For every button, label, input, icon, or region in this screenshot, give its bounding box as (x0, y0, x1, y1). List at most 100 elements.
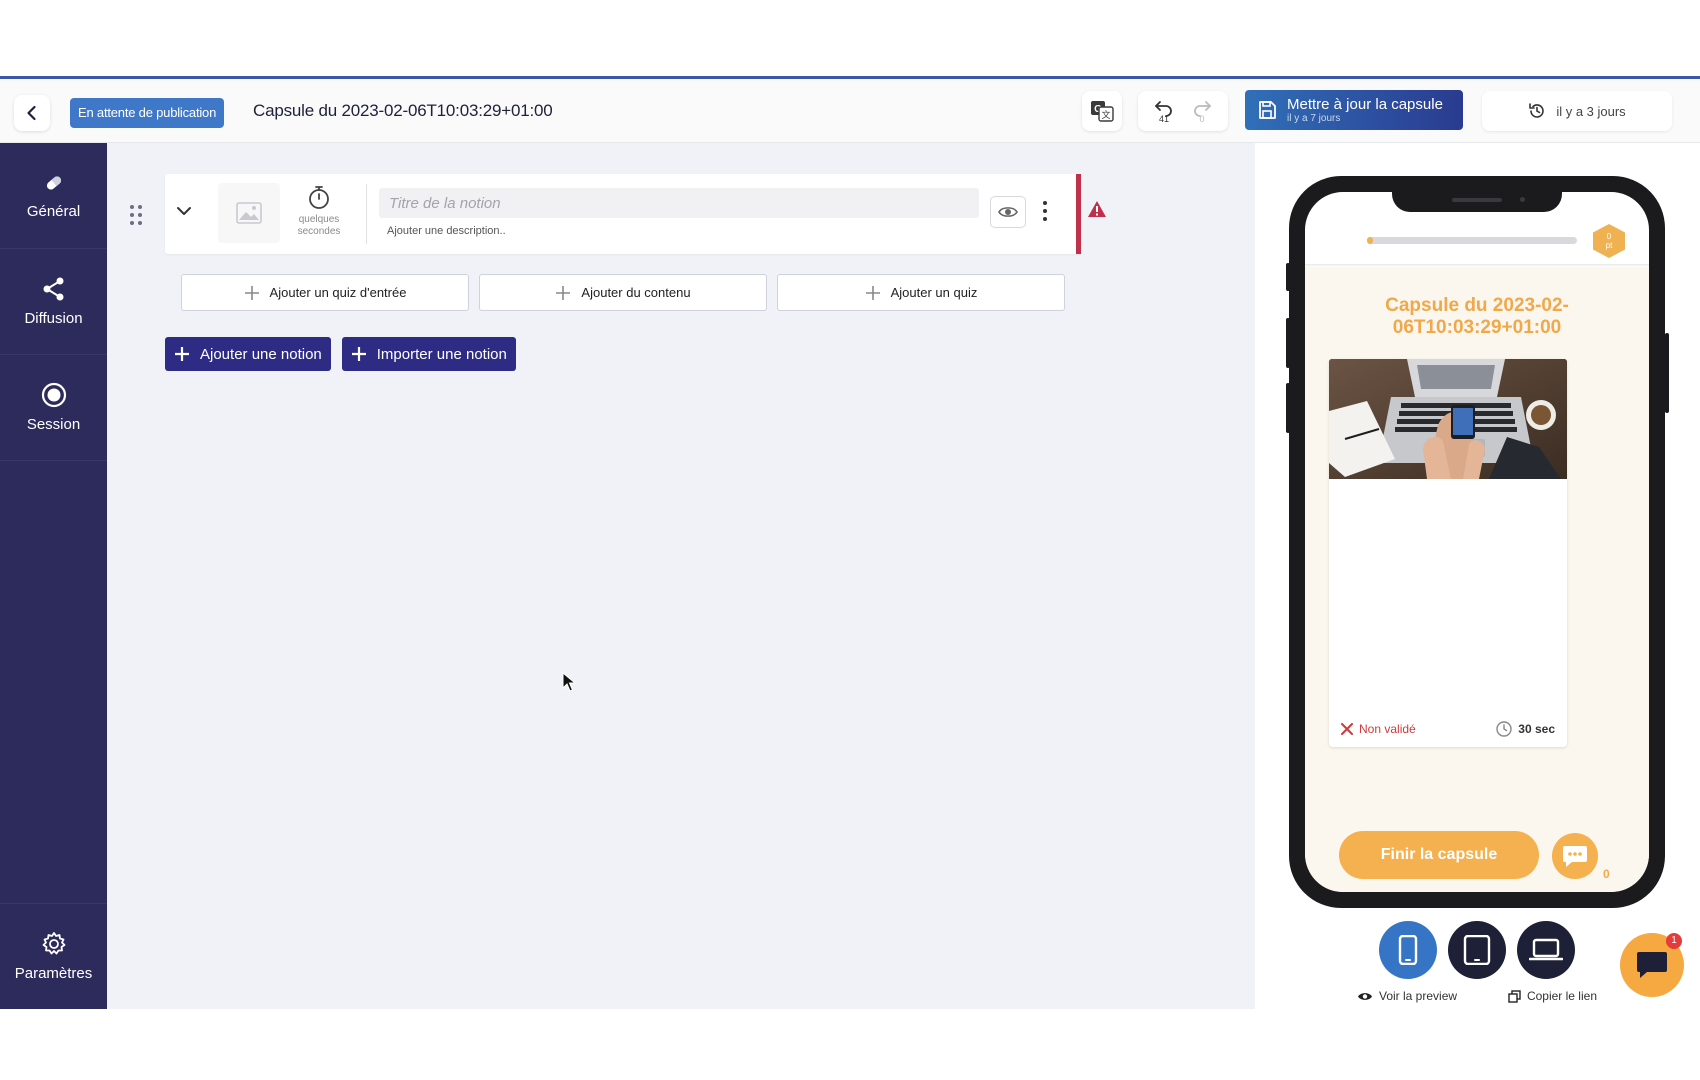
update-capsule-label: Mettre à jour la capsule (1287, 96, 1443, 113)
notion-preview-card[interactable]: Non validé 30 sec (1329, 359, 1567, 747)
history-label: il y a 3 jours (1556, 103, 1626, 119)
duration-value: 30 sec (1518, 722, 1555, 736)
notion-duration-preview: 30 sec (1496, 721, 1555, 737)
notion-duration[interactable]: quelques secondes (289, 184, 349, 238)
history-controls: 41 0 (1138, 91, 1228, 131)
kebab-menu-icon (1043, 201, 1047, 221)
sidebar-item-session[interactable]: Session (0, 355, 107, 461)
drag-handle[interactable] (129, 204, 143, 231)
notion-cover-image (1329, 359, 1567, 479)
gear-icon (42, 932, 65, 955)
divider (366, 184, 367, 244)
add-entry-quiz-button[interactable]: Ajouter un quiz d'entrée (181, 274, 469, 311)
notion-image-placeholder[interactable] (218, 183, 280, 243)
sidebar-item-label: Général (26, 203, 81, 220)
validation-status-label: Non validé (1359, 722, 1416, 736)
svg-text:文: 文 (1101, 109, 1110, 121)
device-mobile-button[interactable] (1379, 921, 1437, 979)
sidebar-item-diffusion[interactable]: Diffusion (0, 249, 107, 355)
notion-actions: Ajouter un quiz d'entrée Ajouter du cont… (181, 274, 1065, 311)
import-notion-button[interactable]: Importer une notion (341, 337, 516, 371)
undo-button[interactable]: 41 (1154, 99, 1174, 124)
device-desktop-button[interactable] (1517, 921, 1575, 979)
image-icon (236, 202, 262, 224)
copy-link-button[interactable]: Copier le lien (1508, 989, 1597, 1003)
capsule-preview-title: Capsule du 2023-02-06T10:03:29+01:00 (1385, 295, 1569, 338)
warning-indicator[interactable] (1087, 200, 1107, 223)
clock-icon (1496, 721, 1512, 737)
collapse-button[interactable] (175, 202, 193, 225)
redo-button[interactable]: 0 (1192, 99, 1212, 124)
top-header: En attente de publication Capsule du 202… (0, 79, 1700, 143)
add-content-button[interactable]: Ajouter du contenu (479, 274, 767, 311)
undo-count: 41 (1158, 113, 1169, 124)
add-quiz-button[interactable]: Ajouter un quiz (777, 274, 1065, 311)
chat-bubble-icon (1563, 846, 1587, 867)
sidebar-item-label: Session (26, 416, 81, 433)
copy-link-label: Copier le lien (1526, 989, 1597, 1003)
tablet-icon (1463, 935, 1491, 965)
version-history-button[interactable]: il y a 3 jours (1482, 91, 1672, 131)
notion-preview-footer: Non validé 30 sec (1341, 721, 1555, 737)
translate-button[interactable]: G 文 (1082, 91, 1122, 131)
capsule-content: Capsule du 2023-02-06T10:03:29+01:00 Non… (1305, 267, 1649, 892)
stopwatch-icon (309, 186, 329, 209)
plus-icon (556, 285, 571, 300)
add-notion-label: Ajouter une notion (200, 345, 322, 363)
plus-icon (865, 285, 880, 300)
radio-icon (41, 382, 66, 408)
finish-capsule-button[interactable]: Finir la capsule (1339, 831, 1539, 879)
chevron-down-icon (177, 207, 191, 215)
phone-side-key (1665, 333, 1669, 413)
sidebar-item-general[interactable]: Général (0, 143, 107, 249)
capsule-progress-bar (1367, 237, 1577, 244)
chat-support-icon (1637, 952, 1667, 978)
warning-triangle-icon (1088, 201, 1106, 217)
device-tablet-button[interactable] (1448, 921, 1506, 979)
validation-status: Non validé (1341, 722, 1416, 736)
duration-label: quelques secondes (297, 214, 341, 237)
plus-icon (244, 285, 259, 300)
editor-area: quelques secondes Ajouter une descriptio… (107, 143, 1255, 1009)
sidebar-item-settings[interactable]: Paramètres (0, 903, 107, 1009)
preview-links: Voir la preview Copier le lien (1357, 989, 1597, 1003)
copy-icon (1508, 989, 1521, 1003)
update-capsule-button[interactable]: Mettre à jour la capsule il y a 7 jours (1245, 90, 1463, 130)
points-value: 0 (1606, 232, 1612, 241)
phone-notch (1392, 192, 1562, 212)
import-notion-label: Importer une notion (376, 345, 507, 363)
add-content-label: Ajouter du contenu (581, 285, 691, 300)
preview-panel: 0 pt Capsule du 2023-02-06T10:03:29+01:0… (1255, 143, 1700, 1009)
translate-icon: G 文 (1091, 101, 1114, 122)
status-badge: En attente de publication (70, 98, 225, 128)
notion-title-input[interactable] (379, 188, 979, 218)
mouse-cursor (562, 671, 577, 697)
add-quiz-label: Ajouter un quiz (890, 285, 978, 300)
drag-dots-icon (130, 205, 142, 225)
laptop-icon (1529, 938, 1563, 961)
view-preview-label: Voir la preview (1379, 989, 1458, 1003)
comments-button[interactable] (1552, 833, 1598, 879)
points-unit: pt (1605, 241, 1613, 250)
page-title: Capsule du 2023-02-06T10:03:29+01:00 (253, 101, 553, 120)
more-options-button[interactable] (1042, 200, 1048, 227)
points-badge: 0 pt (1593, 224, 1625, 258)
add-entry-quiz-label: Ajouter un quiz d'entrée (269, 285, 407, 300)
notion-description[interactable]: Ajouter une description.. (387, 225, 506, 237)
save-icon (1259, 101, 1276, 119)
update-capsule-sub: il y a 7 jours (1287, 113, 1341, 124)
close-icon (1341, 723, 1353, 735)
eye-icon (998, 207, 1018, 217)
eye-icon (1358, 992, 1372, 1000)
smartphone-icon (1398, 935, 1418, 965)
history-icon (1529, 103, 1545, 118)
plus-icon (175, 347, 189, 361)
device-switcher (1379, 921, 1575, 979)
notion-primary-actions: Ajouter une notion Importer une notion (165, 337, 516, 371)
add-notion-button[interactable]: Ajouter une notion (165, 337, 331, 371)
settings-label: Paramètres (14, 965, 93, 982)
back-button[interactable] (14, 95, 50, 131)
view-preview-link[interactable]: Voir la preview (1357, 989, 1457, 1003)
visibility-button[interactable] (990, 196, 1026, 228)
help-chat-button[interactable]: 1 (1620, 933, 1684, 997)
